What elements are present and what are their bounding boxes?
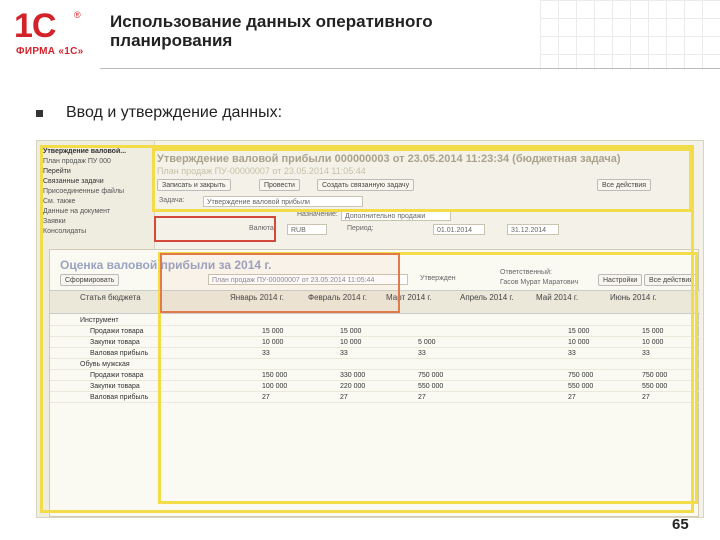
slide: 1С ® ФИРМА «1С» Использование данных опе… xyxy=(0,0,720,540)
bullet-icon xyxy=(36,110,43,117)
slide-title: Использование данных оперативного планир… xyxy=(110,12,433,50)
orange-highlight-plan xyxy=(160,253,400,313)
header-divider xyxy=(100,68,720,69)
header-grid-decoration xyxy=(540,0,720,70)
registered-mark: ® xyxy=(74,10,81,20)
yellow-highlight-header xyxy=(152,148,692,212)
logo-text: ФИРМА «1С» xyxy=(16,46,84,57)
logo-mark: 1С xyxy=(14,7,56,45)
logo-1c: 1С ® ФИРМА «1С» xyxy=(6,6,90,62)
page-number: 65 xyxy=(672,516,689,533)
red-highlight-task xyxy=(154,216,276,242)
bullet-text: Ввод и утверждение данных: xyxy=(66,104,283,121)
